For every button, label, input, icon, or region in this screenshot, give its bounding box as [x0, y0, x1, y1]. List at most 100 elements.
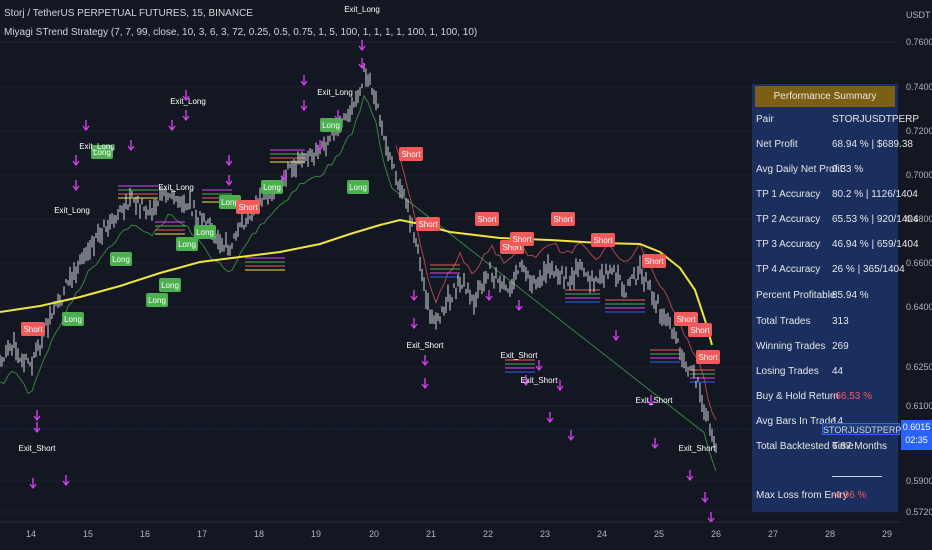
exit-short-label: Exit_Short [19, 444, 57, 453]
time-tick-label: 28 [825, 529, 835, 539]
last-price-value: 0.6015 [902, 422, 931, 432]
perf-value: 6.87 Months [832, 441, 888, 452]
perf-row-avg-daily: Avg Daily Net Profit 0.33 % [756, 158, 898, 182]
price-tick-label: 0.6600 [906, 258, 932, 268]
perf-row-max-loss: Max Loss from Entry -4.96 % [756, 484, 898, 508]
perf-row-percent-profitable: Percent Profitable 85.94 % [756, 284, 898, 308]
time-tick-label: 18 [254, 529, 264, 539]
short-signal-label: Short [690, 326, 710, 335]
price-tick-label: 0.5900 [906, 476, 932, 486]
time-tick-label: 23 [540, 529, 550, 539]
symbol-title[interactable]: Storj / TetherUS PERPETUAL FUTURES, 15, … [4, 8, 253, 19]
long-signal-label: Long [112, 255, 130, 264]
symbol-price-tag: STORJUSDTPERP [822, 423, 902, 435]
short-signal-label: Short [23, 325, 43, 334]
time-tick-label: 15 [83, 529, 93, 539]
perf-value: 46.94 % | 659/1404 [832, 239, 919, 250]
time-tick-label: 20 [369, 529, 379, 539]
time-tick-label: 17 [197, 529, 207, 539]
perf-value: 269 [832, 341, 849, 352]
perf-label: Losing Trades [756, 366, 819, 377]
exit-short-label: Exit_Short [407, 341, 445, 350]
time-tick-label: 24 [597, 529, 607, 539]
time-tick-label: 21 [426, 529, 436, 539]
short-signal-label: Short [553, 215, 573, 224]
exit-long-label: Exit_Long [344, 5, 380, 14]
short-signal-label: Short [512, 235, 532, 244]
price-tick-label: 0.7000 [906, 170, 932, 180]
last-price-tag: 0.6015 02:35 [901, 420, 932, 450]
perf-value: STORJUSDTPERP [832, 114, 920, 125]
perf-label: TP 2 Accuracy [756, 214, 821, 225]
long-signal-label: Long [349, 183, 367, 192]
perf-label: Total Trades [756, 316, 811, 327]
long-signal-label: Long [64, 315, 82, 324]
exit-short-label: Exit_Short [679, 444, 717, 453]
perf-row-tp3: TP 3 Accuracy 46.94 % | 659/1404 [756, 233, 919, 257]
time-axis[interactable]: 14 15 16 17 18 19 20 21 22 23 24 25 26 27 28 29 [0, 521, 900, 539]
short-signal-label: Short [401, 150, 421, 159]
perf-row-net-profit: Net Profit 68.94 % | $689.38 [756, 133, 913, 157]
price-tick-label: 0.7600 [906, 37, 932, 47]
short-signal-label: Short [698, 353, 718, 362]
perf-row-backtested-time: Total Backtested Time 6.87 Months [756, 435, 898, 459]
perf-label: Net Profit [756, 139, 798, 150]
long-signal-label: Long [178, 240, 196, 249]
exit-long-label: Exit_Long [170, 97, 206, 106]
price-tick-label: 0.6100 [906, 401, 932, 411]
perf-row-losing-trades: Losing Trades 44 [756, 360, 898, 384]
time-tick-label: 26 [711, 529, 721, 539]
perf-label: Buy & Hold Return [756, 391, 839, 402]
perf-label: Percent Profitable [756, 290, 836, 301]
price-tick-label: 0.5720 [906, 507, 932, 517]
price-tick-label: 0.6400 [906, 302, 932, 312]
perf-row-tp1: TP 1 Accuracy 80.2 % | 1126/1404 [756, 183, 918, 207]
perf-value: -4.96 % [832, 490, 867, 501]
perf-value: 85.94 % [832, 290, 869, 301]
time-tick-label: 14 [26, 529, 36, 539]
exit-short-label: Exit_Short [501, 351, 539, 360]
price-tick-label: 0.6250 [906, 362, 932, 372]
short-signal-label: Short [238, 203, 258, 212]
exit-short-label: Exit_Short [636, 396, 674, 405]
perf-value: 313 [832, 316, 849, 327]
long-signal-label: Long [148, 296, 166, 305]
long-signal-label: Long [161, 281, 179, 290]
perf-row-winning-trades: Winning Trades 269 [756, 335, 898, 359]
price-tick-label: 0.7400 [906, 82, 932, 92]
perf-label: TP 4 Accuracy [756, 264, 821, 275]
time-tick-label: 19 [311, 529, 321, 539]
perf-label: TP 3 Accuracy [756, 239, 821, 250]
long-signal-label: Long [196, 228, 214, 237]
time-tick-label: 16 [140, 529, 150, 539]
short-signal-label: Short [644, 257, 664, 266]
short-signal-label: Short [676, 315, 696, 324]
perf-value: 44 [832, 366, 844, 377]
short-signal-label: Short [593, 236, 613, 245]
perf-label: TP 1 Accuracy [756, 189, 821, 200]
perf-row-total-trades: Total Trades 313 [756, 310, 898, 334]
strategy-legend[interactable]: Miyagi STrend Strategy (7, 7, 99, close,… [4, 27, 477, 38]
perf-value: 68.94 % | $689.38 [832, 139, 913, 150]
short-signal-label: Short [418, 220, 438, 229]
time-tick-label: 22 [483, 529, 493, 539]
short-signal-label: Short [477, 215, 497, 224]
perf-value: 65.53 % | 920/1404 [832, 214, 919, 225]
perf-value: -66.53 % [832, 391, 873, 402]
long-signal-label: Long [322, 121, 340, 130]
bar-countdown: 02:35 [905, 435, 928, 445]
perf-divider [832, 476, 882, 477]
performance-summary-panel: Performance Summary Pair STORJUSDTPERP Ne… [752, 84, 919, 512]
time-tick-label: 27 [768, 529, 778, 539]
time-tick-label: 29 [882, 529, 892, 539]
long-signal-label: Long [263, 183, 281, 192]
exit-long-label: Exit_Long [79, 142, 115, 151]
perf-row-tp4: TP 4 Accuracy 26 % | 365/1404 [756, 258, 905, 282]
currency-label: USDT [906, 10, 931, 20]
perf-label: Winning Trades [756, 341, 826, 352]
exit-long-label: Exit_Long [54, 206, 90, 215]
perf-value: 0.33 % [832, 164, 864, 175]
perf-value: 80.2 % | 1126/1404 [832, 189, 918, 200]
price-candles [0, 63, 717, 453]
perf-label: Avg Daily Net Profit [756, 164, 843, 175]
